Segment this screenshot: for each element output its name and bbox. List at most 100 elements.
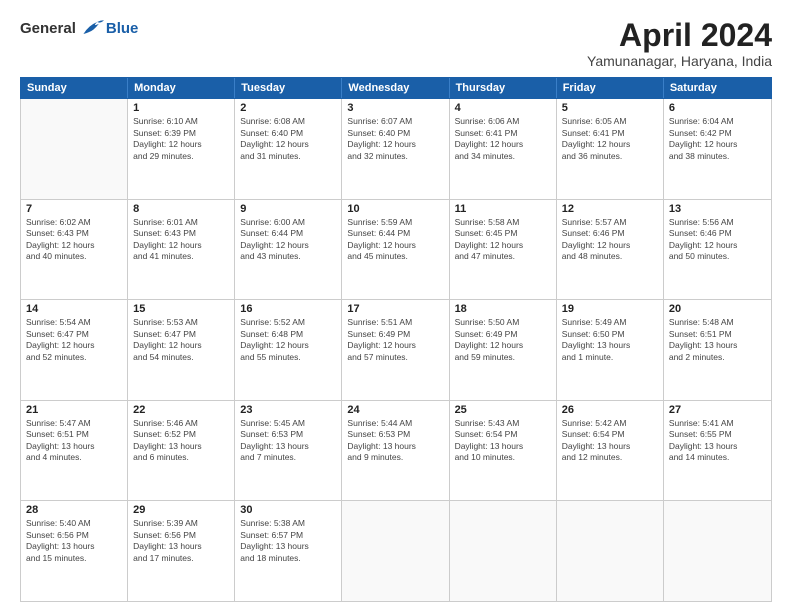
calendar-cell: 17Sunrise: 5:51 AMSunset: 6:49 PMDayligh… <box>342 300 449 400</box>
cell-day-number: 3 <box>347 102 443 114</box>
cell-day-number: 27 <box>669 404 766 416</box>
calendar-cell: 8Sunrise: 6:01 AMSunset: 6:43 PMDaylight… <box>128 200 235 300</box>
cell-info: Sunrise: 5:58 AMSunset: 6:45 PMDaylight:… <box>455 217 551 263</box>
cell-day-number: 16 <box>240 303 336 315</box>
cell-day-number: 23 <box>240 404 336 416</box>
cell-day-number: 13 <box>669 203 766 215</box>
logo-blue-text: Blue <box>106 20 139 37</box>
cell-day-number: 5 <box>562 102 658 114</box>
cell-info: Sunrise: 5:52 AMSunset: 6:48 PMDaylight:… <box>240 317 336 363</box>
calendar-cell: 13Sunrise: 5:56 AMSunset: 6:46 PMDayligh… <box>664 200 771 300</box>
cell-info: Sunrise: 6:00 AMSunset: 6:44 PMDaylight:… <box>240 217 336 263</box>
cell-day-number: 26 <box>562 404 658 416</box>
calendar-cell: 27 Sunrise: 5:41 AMSunset: 6:55 PMDayligh… <box>664 401 771 501</box>
calendar-cell <box>557 501 664 601</box>
cell-info: Sunrise: 5:40 AMSunset: 6:56 PMDaylight:… <box>26 518 122 564</box>
cell-day-number: 7 <box>26 203 122 215</box>
calendar-cell: 21Sunrise: 5:47 AMSunset: 6:51 PMDayligh… <box>21 401 128 501</box>
cell-info: Sunrise: 5:46 AMSunset: 6:52 PMDaylight:… <box>133 418 229 464</box>
cell-info: Sunrise: 5:41 AMSunset: 6:55 PMDaylight:… <box>669 418 766 464</box>
cell-day-number: 15 <box>133 303 229 315</box>
calendar-cell: 20Sunrise: 5:48 AMSunset: 6:51 PMDayligh… <box>664 300 771 400</box>
header: General Blue April 2024 Yamunanagar, Har… <box>20 18 772 69</box>
page: General Blue April 2024 Yamunanagar, Har… <box>0 0 792 612</box>
calendar-cell: 12 Sunrise: 5:57 AMSunset: 6:46 PMDayligh… <box>557 200 664 300</box>
cell-day-number: 17 <box>347 303 443 315</box>
cell-info: Sunrise: 5:45 AMSunset: 6:53 PMDaylight:… <box>240 418 336 464</box>
header-day-thursday: Thursday <box>450 78 557 98</box>
calendar-cell: 26 Sunrise: 5:42 AMSunset: 6:54 PMDayligh… <box>557 401 664 501</box>
calendar-cell <box>21 99 128 199</box>
cell-day-number: 29 <box>133 504 229 516</box>
header-day-friday: Friday <box>557 78 664 98</box>
logo: General Blue <box>20 18 138 38</box>
calendar-cell: 18 Sunrise: 5:50 AMSunset: 6:49 PMDayligh… <box>450 300 557 400</box>
cell-day-number: 9 <box>240 203 336 215</box>
cell-info: Sunrise: 6:08 AMSunset: 6:40 PMDaylight:… <box>240 116 336 162</box>
calendar-cell: 11 Sunrise: 5:58 AMSunset: 6:45 PMDayligh… <box>450 200 557 300</box>
calendar-cell: 7 Sunrise: 6:02 AMSunset: 6:43 PMDaylight… <box>21 200 128 300</box>
cell-info: Sunrise: 5:53 AMSunset: 6:47 PMDaylight:… <box>133 317 229 363</box>
logo-general-text: General <box>20 20 76 37</box>
calendar-header: SundayMondayTuesdayWednesdayThursdayFrid… <box>20 77 772 99</box>
cell-day-number: 1 <box>133 102 229 114</box>
calendar-cell: 1 Sunrise: 6:10 AMSunset: 6:39 PMDaylight… <box>128 99 235 199</box>
calendar-cell: 5 Sunrise: 6:05 AMSunset: 6:41 PMDaylight… <box>557 99 664 199</box>
cell-day-number: 25 <box>455 404 551 416</box>
title-block: April 2024 Yamunanagar, Haryana, India <box>587 18 772 69</box>
header-day-wednesday: Wednesday <box>342 78 449 98</box>
cell-day-number: 8 <box>133 203 229 215</box>
header-day-saturday: Saturday <box>664 78 771 98</box>
cell-day-number: 28 <box>26 504 122 516</box>
calendar-cell <box>450 501 557 601</box>
calendar-cell: 16 Sunrise: 5:52 AMSunset: 6:48 PMDayligh… <box>235 300 342 400</box>
header-day-tuesday: Tuesday <box>235 78 342 98</box>
cell-day-number: 11 <box>455 203 551 215</box>
cell-info: Sunrise: 6:07 AMSunset: 6:40 PMDaylight:… <box>347 116 443 162</box>
cell-info: Sunrise: 5:59 AMSunset: 6:44 PMDaylight:… <box>347 217 443 263</box>
calendar: SundayMondayTuesdayWednesdayThursdayFrid… <box>20 77 772 602</box>
calendar-cell: 2 Sunrise: 6:08 AMSunset: 6:40 PMDaylight… <box>235 99 342 199</box>
logo-bird-icon <box>80 18 104 38</box>
cell-day-number: 19 <box>562 303 658 315</box>
calendar-body: 1 Sunrise: 6:10 AMSunset: 6:39 PMDaylight… <box>20 99 772 602</box>
cell-day-number: 10 <box>347 203 443 215</box>
header-day-sunday: Sunday <box>21 78 128 98</box>
cell-day-number: 6 <box>669 102 766 114</box>
calendar-cell: 14 Sunrise: 5:54 AMSunset: 6:47 PMDayligh… <box>21 300 128 400</box>
month-title: April 2024 <box>587 18 772 53</box>
calendar-cell: 4Sunrise: 6:06 AMSunset: 6:41 PMDaylight… <box>450 99 557 199</box>
calendar-cell <box>664 501 771 601</box>
calendar-cell: 15 Sunrise: 5:53 AMSunset: 6:47 PMDayligh… <box>128 300 235 400</box>
cell-info: Sunrise: 6:06 AMSunset: 6:41 PMDaylight:… <box>455 116 551 162</box>
cell-info: Sunrise: 5:44 AMSunset: 6:53 PMDaylight:… <box>347 418 443 464</box>
cell-day-number: 30 <box>240 504 336 516</box>
calendar-cell: 9 Sunrise: 6:00 AMSunset: 6:44 PMDaylight… <box>235 200 342 300</box>
cell-day-number: 21 <box>26 404 122 416</box>
cell-info: Sunrise: 5:43 AMSunset: 6:54 PMDaylight:… <box>455 418 551 464</box>
calendar-cell: 29Sunrise: 5:39 AMSunset: 6:56 PMDayligh… <box>128 501 235 601</box>
cell-day-number: 12 <box>562 203 658 215</box>
calendar-row-3: 21Sunrise: 5:47 AMSunset: 6:51 PMDayligh… <box>21 401 771 502</box>
cell-info: Sunrise: 5:48 AMSunset: 6:51 PMDaylight:… <box>669 317 766 363</box>
cell-day-number: 22 <box>133 404 229 416</box>
calendar-cell: 22 Sunrise: 5:46 AMSunset: 6:52 PMDayligh… <box>128 401 235 501</box>
calendar-cell: 6Sunrise: 6:04 AMSunset: 6:42 PMDaylight… <box>664 99 771 199</box>
cell-day-number: 24 <box>347 404 443 416</box>
calendar-cell: 10 Sunrise: 5:59 AMSunset: 6:44 PMDayligh… <box>342 200 449 300</box>
cell-info: Sunrise: 6:05 AMSunset: 6:41 PMDaylight:… <box>562 116 658 162</box>
cell-day-number: 14 <box>26 303 122 315</box>
cell-info: Sunrise: 5:50 AMSunset: 6:49 PMDaylight:… <box>455 317 551 363</box>
cell-info: Sunrise: 5:57 AMSunset: 6:46 PMDaylight:… <box>562 217 658 263</box>
cell-info: Sunrise: 5:38 AMSunset: 6:57 PMDaylight:… <box>240 518 336 564</box>
cell-info: Sunrise: 5:54 AMSunset: 6:47 PMDaylight:… <box>26 317 122 363</box>
cell-info: Sunrise: 6:10 AMSunset: 6:39 PMDaylight:… <box>133 116 229 162</box>
calendar-row-2: 14 Sunrise: 5:54 AMSunset: 6:47 PMDayligh… <box>21 300 771 401</box>
calendar-row-1: 7 Sunrise: 6:02 AMSunset: 6:43 PMDaylight… <box>21 200 771 301</box>
cell-day-number: 18 <box>455 303 551 315</box>
cell-info: Sunrise: 6:02 AMSunset: 6:43 PMDaylight:… <box>26 217 122 263</box>
cell-day-number: 2 <box>240 102 336 114</box>
cell-info: Sunrise: 5:42 AMSunset: 6:54 PMDaylight:… <box>562 418 658 464</box>
calendar-cell: 30 Sunrise: 5:38 AMSunset: 6:57 PMDayligh… <box>235 501 342 601</box>
header-day-monday: Monday <box>128 78 235 98</box>
